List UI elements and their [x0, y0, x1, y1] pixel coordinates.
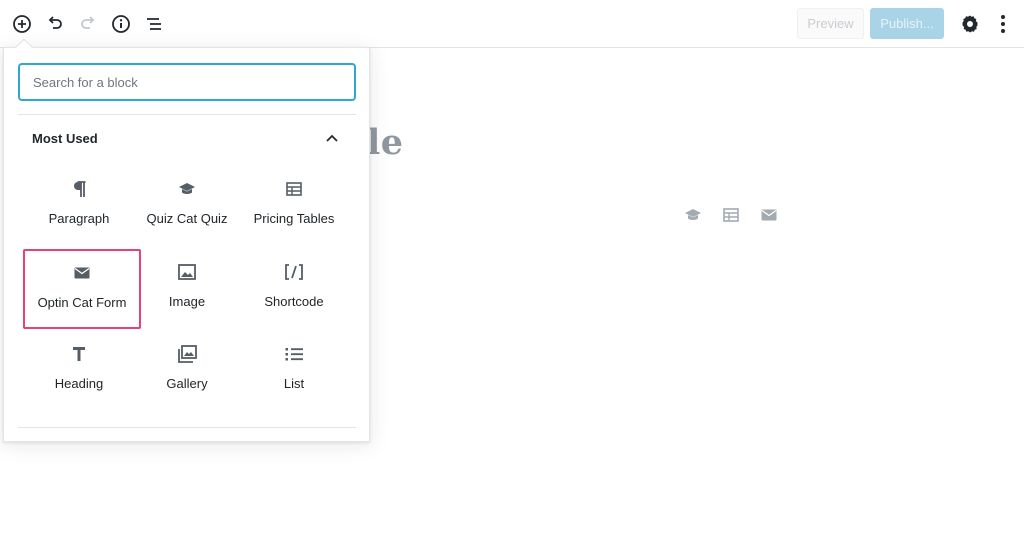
graduation-cap-icon[interactable] [683, 206, 703, 224]
most-used-section-toggle[interactable]: Most Used [18, 118, 356, 158]
info-icon[interactable] [109, 12, 133, 36]
post-title-fragment: le [367, 122, 404, 163]
block-search-input[interactable] [18, 63, 356, 101]
block-shortcode[interactable]: Shortcode [236, 250, 352, 326]
block-heading[interactable]: Heading [21, 332, 137, 408]
block-inserter-popover: Most Used Paragraph Quiz Cat Quiz Pricin… [3, 38, 370, 442]
block-label: Heading [54, 376, 104, 391]
preview-button[interactable]: Preview [797, 8, 864, 39]
block-label: Gallery [166, 376, 208, 391]
block-optin-cat-form[interactable]: Optin Cat Form [23, 249, 141, 329]
block-label: Paragraph [48, 211, 110, 226]
block-gallery[interactable]: Gallery [129, 332, 245, 408]
block-paragraph[interactable]: Paragraph [21, 167, 137, 243]
block-label: Pricing Tables [253, 211, 335, 226]
plus-circle-icon[interactable] [10, 12, 34, 36]
chevron-up-icon[interactable] [322, 128, 342, 148]
divider [18, 114, 356, 115]
kebab-menu-icon[interactable] [991, 12, 1015, 36]
envelope-icon[interactable] [759, 206, 779, 224]
divider [18, 427, 356, 428]
paragraph-icon [72, 177, 86, 201]
block-label: Shortcode [264, 294, 324, 309]
gear-icon[interactable] [958, 12, 982, 36]
block-quiz-cat-quiz[interactable]: Quiz Cat Quiz [129, 167, 245, 243]
graduation-cap-icon [178, 177, 196, 201]
block-label: Optin Cat Form [37, 295, 127, 310]
block-list[interactable]: List [236, 332, 352, 408]
block-image[interactable]: Image [129, 250, 245, 326]
envelope-icon [74, 261, 90, 285]
table-icon [286, 177, 302, 201]
list-icon [285, 342, 303, 366]
gallery-icon [177, 342, 197, 366]
undo-icon[interactable] [43, 12, 67, 36]
section-title: Most Used [32, 130, 98, 146]
shortcode-icon [284, 260, 304, 284]
editor-toolbar: Preview Publish... [0, 0, 1024, 48]
block-label: List [283, 376, 305, 391]
block-label: Quiz Cat Quiz [146, 211, 228, 226]
block-pricing-tables[interactable]: Pricing Tables [236, 167, 352, 243]
table-icon[interactable] [721, 206, 741, 224]
list-outline-icon[interactable] [142, 12, 166, 36]
publish-button[interactable]: Publish... [870, 8, 944, 39]
image-icon [178, 260, 196, 284]
redo-icon[interactable] [76, 12, 100, 36]
heading-icon [72, 342, 86, 366]
block-shortcuts [683, 206, 779, 224]
block-label: Image [168, 294, 206, 309]
